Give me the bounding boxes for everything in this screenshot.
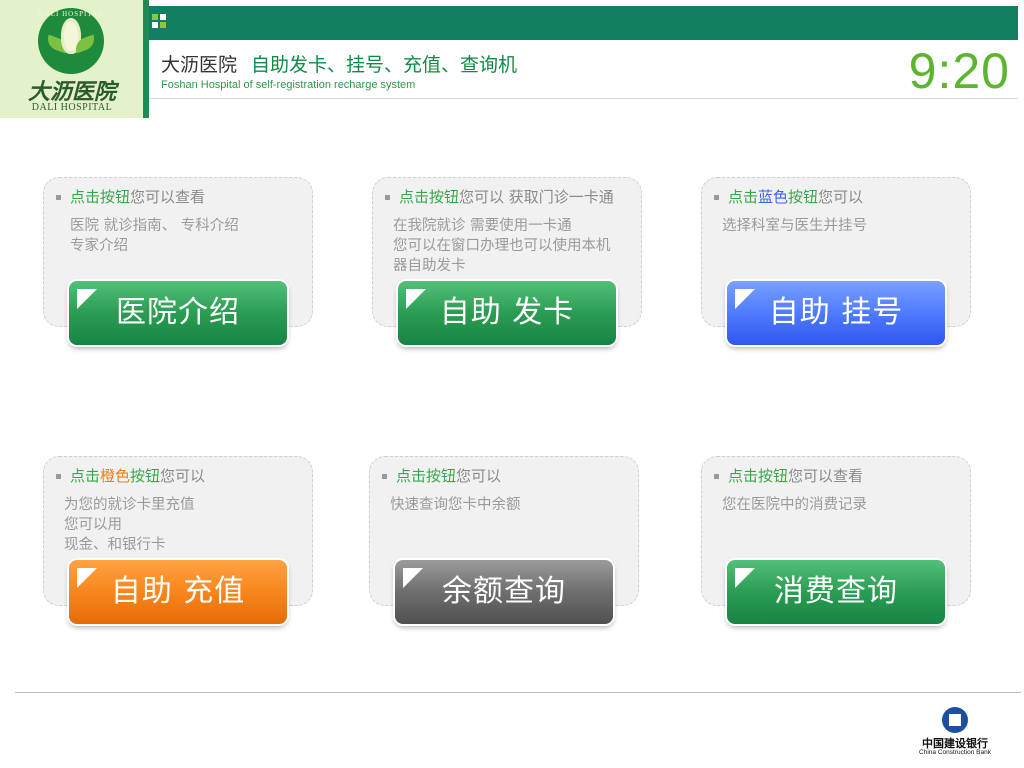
- header-band: [149, 6, 1018, 40]
- hospital-intro-button[interactable]: 医院介绍: [69, 281, 287, 345]
- clock: 9:20: [908, 43, 1010, 99]
- self-issue-card-button[interactable]: 自助 发卡: [398, 281, 616, 345]
- header-square-icon: [160, 14, 166, 20]
- corner-triangle-icon: [735, 289, 755, 309]
- card-description: 快速查询您卡中余额: [390, 497, 521, 513]
- card-heading: 点击按钮您可以查看: [714, 465, 863, 486]
- balance-inquiry-button[interactable]: 余额查询: [395, 560, 613, 624]
- header-square-icon: [160, 22, 166, 28]
- corner-triangle-icon: [77, 289, 97, 309]
- header-square-icon: [152, 22, 158, 28]
- page-subtitle: Foshan Hospital of self-registration rec…: [161, 79, 416, 91]
- bullet-icon: [56, 195, 61, 200]
- self-recharge-button[interactable]: 自助 充值: [69, 560, 287, 624]
- page-title: 大沥医院 自助发卡、挂号、充值、查询机: [161, 50, 517, 77]
- logo-english-name: DALI HOSPITAL: [31, 102, 113, 113]
- corner-triangle-icon: [403, 568, 423, 588]
- title-area: 大沥医院 自助发卡、挂号、充值、查询机 Foshan Hospital of se…: [149, 40, 1018, 99]
- ccb-bank-logo-icon: [942, 707, 968, 733]
- title-hospital: 大沥医院: [161, 54, 238, 76]
- logo-ring-text: DALI HOSPITAL: [38, 10, 104, 18]
- card-description: 医院 就诊指南、 专科介绍 专家介绍: [70, 218, 239, 254]
- spending-inquiry-button[interactable]: 消费查询: [727, 560, 945, 624]
- bullet-icon: [714, 474, 719, 479]
- bullet-icon: [382, 474, 387, 479]
- self-registration-button[interactable]: 自助 挂号: [727, 281, 945, 345]
- card-heading: 点击按钮您可以 获取门诊一卡通: [385, 186, 614, 207]
- corner-triangle-icon: [406, 289, 426, 309]
- card-heading: 点击按钮您可以查看: [56, 186, 205, 207]
- bank-name-en: China Construction Bank: [919, 749, 991, 756]
- hospital-logo: DALI HOSPITAL 大沥医院 DALI HOSPITAL: [0, 0, 143, 118]
- bullet-icon: [56, 474, 61, 479]
- bullet-icon: [714, 195, 719, 200]
- footer-divider: [15, 692, 1021, 693]
- corner-triangle-icon: [77, 568, 97, 588]
- card-description: 选择科室与医生并挂号: [722, 218, 867, 234]
- hospital-emblem-icon: DALI HOSPITAL: [38, 8, 104, 74]
- bullet-icon: [385, 195, 390, 200]
- card-heading: 点击按钮您可以: [382, 465, 501, 486]
- card-description: 为您的就诊卡里充值 您可以用 现金、和银行卡: [64, 497, 195, 553]
- header-square-icon: [152, 14, 158, 20]
- card-description: 在我院就诊 需要使用一卡通 您可以在窗口办理也可以使用本机 器自助发卡: [393, 218, 611, 274]
- card-description: 您在医院中的消费记录: [722, 497, 867, 513]
- card-heading: 点击橙色按钮您可以: [56, 465, 205, 486]
- card-heading: 点击蓝色按钮您可以: [714, 186, 863, 207]
- corner-triangle-icon: [735, 568, 755, 588]
- title-function: 自助发卡、挂号、充值、查询机: [251, 54, 518, 76]
